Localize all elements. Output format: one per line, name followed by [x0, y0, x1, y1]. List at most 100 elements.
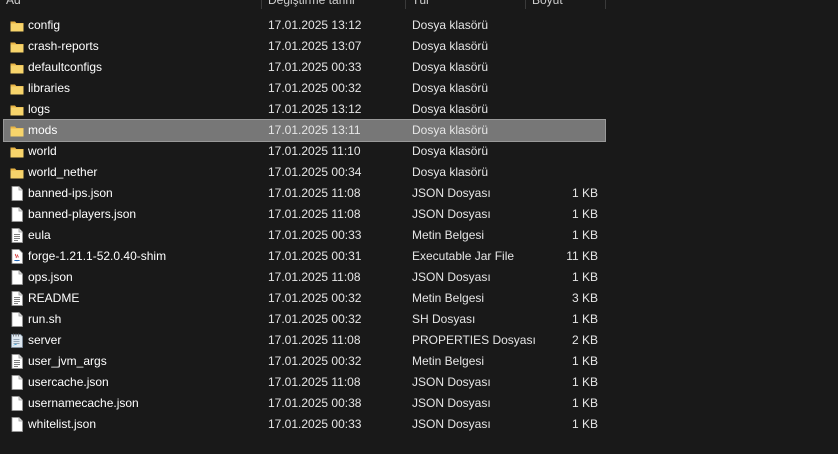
file-size: 1 KB [571, 417, 598, 431]
file-date-modified: 17.01.2025 00:34 [268, 165, 362, 179]
file-size [524, 78, 598, 99]
folder-icon [10, 144, 24, 159]
file-row[interactable]: crash-reports 17.01.2025 13:07 Dosya klasö… [4, 36, 605, 57]
file-row[interactable]: libraries 17.01.2025 00:32 Dosya klasörü [4, 78, 605, 99]
file-date-modified: 17.01.2025 13:11 [268, 123, 361, 137]
file-date-modified: 17.01.2025 11:08 [268, 207, 361, 221]
file-type: Dosya klasörü [412, 102, 489, 116]
folder-icon [10, 102, 24, 117]
file-row[interactable]: usernamecache.json 17.01.2025 00:38 JSON D… [4, 393, 605, 414]
file-row[interactable]: config 17.01.2025 13:12 Dosya klasörü [4, 15, 605, 36]
file-name: forge-1.21.1-52.0.40-shim [28, 249, 167, 263]
file-icon [10, 396, 24, 411]
file-name: usernamecache.json [28, 396, 139, 410]
file-date-modified: 17.01.2025 13:12 [268, 18, 362, 32]
file-row[interactable]: server 17.01.2025 11:08 PROPERTIES Dosyası… [4, 330, 605, 351]
file-row[interactable]: mods 17.01.2025 13:11 Dosya klasörü [3, 119, 606, 142]
file-row[interactable]: defaultconfigs 17.01.2025 00:33 Dosya klas… [4, 57, 605, 78]
folder-icon [10, 165, 24, 180]
file-size [524, 15, 598, 36]
file-type: Metin Belgesi [412, 228, 485, 242]
file-row[interactable]: banned-players.json 17.01.2025 11:08 JSON … [4, 204, 605, 225]
file-date-modified: 17.01.2025 13:07 [268, 39, 362, 53]
properties-file-icon [10, 333, 24, 348]
file-row[interactable]: ops.json 17.01.2025 11:08 JSON Dosyası 1 KB [4, 267, 605, 288]
file-size [524, 99, 598, 120]
file-date-modified: 17.01.2025 00:38 [268, 396, 362, 410]
file-name: mods [28, 123, 58, 137]
file-type: SH Dosyası [412, 312, 476, 326]
column-header-type[interactable]: Tür [406, 0, 525, 9]
file-date-modified: 17.01.2025 11:08 [268, 270, 361, 284]
file-name: run.sh [28, 312, 62, 326]
text-file-icon [10, 354, 24, 369]
file-icon [10, 417, 24, 432]
file-size: 1 KB [571, 375, 598, 389]
file-type: Dosya klasörü [412, 144, 489, 158]
file-date-modified: 17.01.2025 00:32 [268, 81, 362, 95]
folder-icon [10, 81, 24, 96]
column-divider[interactable] [605, 0, 606, 9]
file-name: whitelist.json [28, 417, 97, 431]
file-date-modified: 17.01.2025 11:10 [268, 144, 361, 158]
file-type: Dosya klasörü [412, 165, 489, 179]
file-row[interactable]: logs 17.01.2025 13:12 Dosya klasörü [4, 99, 605, 120]
column-header-date[interactable]: Değiştirme tarihi [262, 0, 405, 9]
file-row[interactable]: eula 17.01.2025 00:33 Metin Belgesi 1 KB [4, 225, 605, 246]
file-size [524, 36, 598, 57]
file-date-modified: 17.01.2025 00:33 [268, 417, 362, 431]
file-type: PROPERTIES Dosyası [412, 333, 536, 347]
file-size: 2 KB [571, 333, 598, 347]
file-name: user_jvm_args [28, 354, 107, 368]
file-row[interactable]: run.sh 17.01.2025 00:32 SH Dosyası 1 KB [4, 309, 605, 330]
file-size [524, 120, 598, 141]
text-file-icon [10, 291, 24, 306]
file-row[interactable]: forge-1.21.1-52.0.40-shim 17.01.2025 00:3… [4, 246, 605, 267]
file-name: defaultconfigs [28, 60, 103, 74]
file-type: Metin Belgesi [412, 291, 485, 305]
file-name: README [28, 291, 80, 305]
file-row[interactable]: whitelist.json 17.01.2025 00:33 JSON Dosya… [4, 414, 605, 435]
file-row[interactable]: user_jvm_args 17.01.2025 00:32 Metin Belge… [4, 351, 605, 372]
file-row[interactable]: world_nether 17.01.2025 00:34 Dosya klasör… [4, 162, 605, 183]
file-icon [10, 312, 24, 327]
file-name: ops.json [28, 270, 73, 284]
folder-icon [10, 60, 24, 75]
file-size: 1 KB [571, 312, 598, 326]
file-size [524, 162, 598, 183]
file-type: Dosya klasörü [412, 60, 489, 74]
file-icon [10, 207, 24, 222]
file-date-modified: 17.01.2025 13:12 [268, 102, 362, 116]
file-type: Dosya klasörü [412, 81, 489, 95]
file-date-modified: 17.01.2025 00:32 [268, 354, 362, 368]
file-row[interactable]: README 17.01.2025 00:32 Metin Belgesi 3 KB [4, 288, 605, 309]
file-type: Executable Jar File [412, 249, 515, 263]
file-size: 3 KB [571, 291, 598, 305]
file-date-modified: 17.01.2025 11:08 [268, 186, 361, 200]
file-name: server [28, 333, 62, 347]
file-size: 1 KB [571, 228, 598, 242]
file-date-modified: 17.01.2025 11:08 [268, 333, 361, 347]
file-name: world_nether [28, 165, 98, 179]
file-row[interactable]: banned-ips.json 17.01.2025 11:08 JSON Dosy… [4, 183, 605, 204]
file-date-modified: 17.01.2025 00:32 [268, 312, 362, 326]
file-size: 1 KB [571, 207, 598, 221]
file-size [524, 141, 598, 162]
file-row[interactable]: usercache.json 17.01.2025 11:08 JSON Dosya… [4, 372, 605, 393]
file-explorer-list: Ad Değiştirme tarihi Tür Boyut config 17.… [0, 0, 838, 454]
file-type: JSON Dosyası [412, 375, 491, 389]
column-header-name[interactable]: Ad [0, 0, 262, 9]
file-size: 1 KB [571, 186, 598, 200]
file-name: logs [28, 102, 51, 116]
file-icon [10, 375, 24, 390]
file-name: crash-reports [28, 39, 99, 53]
file-type: Dosya klasörü [412, 123, 489, 137]
file-icon [10, 270, 24, 285]
column-header-size[interactable]: Boyut [526, 0, 605, 9]
file-size: 1 KB [571, 396, 598, 410]
file-type: Metin Belgesi [412, 354, 485, 368]
file-row[interactable]: world 17.01.2025 11:10 Dosya klasörü [4, 141, 605, 162]
file-name: world [28, 144, 57, 158]
file-date-modified: 17.01.2025 00:31 [268, 249, 362, 263]
file-type: JSON Dosyası [412, 207, 491, 221]
